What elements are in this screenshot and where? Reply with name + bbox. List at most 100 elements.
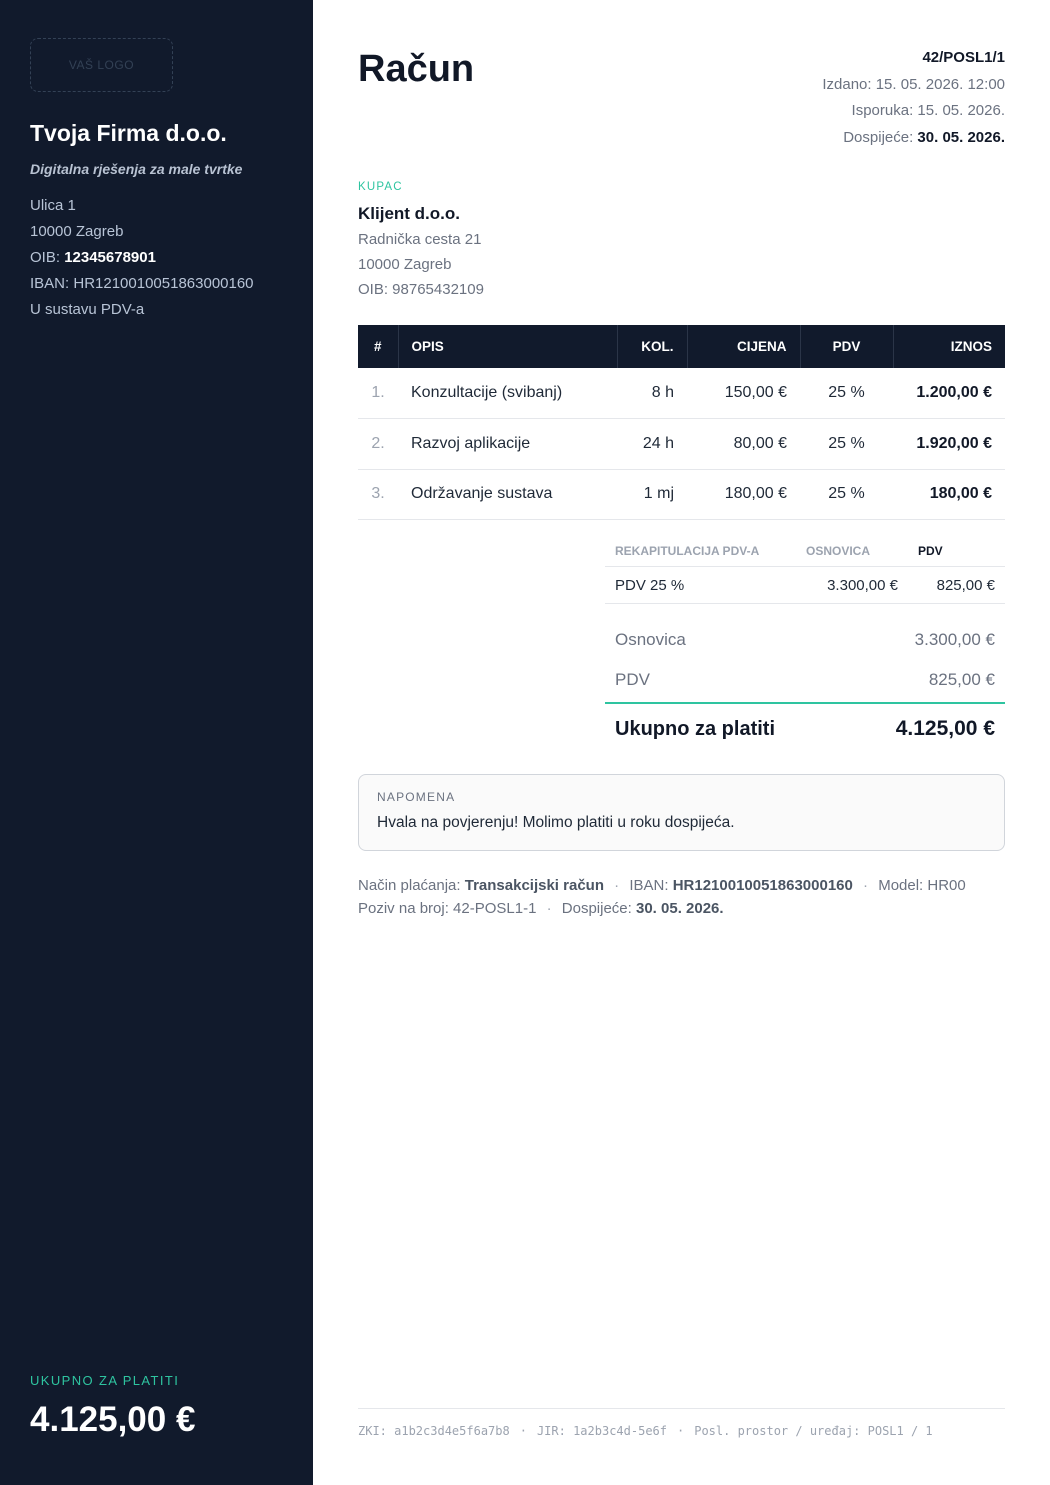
row-description: Razvoj aplikacije xyxy=(398,418,617,470)
row-description: Konzultacije (svibanj) xyxy=(398,368,617,419)
row-amount: 1.200,00 € xyxy=(893,368,1005,419)
separator-dot: · xyxy=(546,900,552,917)
col-header-price: CIJENA xyxy=(687,325,801,368)
row-price: 150,00 € xyxy=(687,368,800,419)
col-header-quantity: KOL. xyxy=(617,325,688,368)
totals-vat-value: 825,00 € xyxy=(928,670,995,689)
sidebar: VAŠ LOGO Tvoja Firma d.o.o. Digitalna rj… xyxy=(0,0,313,1485)
payment-iban-label: IBAN: xyxy=(629,877,673,894)
vat-recap-header: REKAPITULACIJA PDV-A OSNOVICA PDV xyxy=(605,536,1005,567)
seller-oib-value: 12345678901 xyxy=(64,249,156,266)
note-text: Hvala na povjerenju! Molimo platiti u ro… xyxy=(377,814,735,831)
row-quantity: 24 h xyxy=(617,418,687,470)
row-amount: 180,00 € xyxy=(893,469,1005,520)
col-header-index: # xyxy=(358,325,399,368)
delivery-value: 15. 05. 2026. xyxy=(917,102,1005,119)
buyer-details: Radnička cesta 21 10000 Zagreb OIB: 9876… xyxy=(358,227,484,302)
vat-recap-rate: PDV 25 % xyxy=(615,576,685,594)
row-price: 80,00 € xyxy=(687,418,800,470)
seller-iban-label: IBAN: xyxy=(30,275,74,292)
fiscal-jir: JIR: 1a2b3c4d-5e6f xyxy=(536,1424,667,1438)
seller-tagline: Digitalna rješenja za male tvrtke xyxy=(30,161,243,177)
seller-details: Ulica 1 10000 Zagreb OIB: 12345678901 IB… xyxy=(30,193,254,323)
seller-street: Ulica 1 xyxy=(30,197,76,214)
row-quantity: 1 mj xyxy=(617,469,687,520)
delivery-label: Isporuka: xyxy=(851,102,918,119)
seller-name: Tvoja Firma d.o.o. xyxy=(30,120,227,146)
buyer-name: Klijent d.o.o. xyxy=(358,204,460,223)
buyer-oib: OIB: 98765432109 xyxy=(358,281,484,298)
logo-placeholder: VAŠ LOGO xyxy=(30,38,173,92)
separator-dot: · xyxy=(614,877,620,894)
seller-oib: OIB: 12345678901 xyxy=(30,245,254,271)
payment-line-2: Poziv na broj: 42-POSL1-1 · Dospijeće: 3… xyxy=(358,897,1005,920)
row-quantity: 8 h xyxy=(617,368,687,419)
fiscal-info: ZKI: a1b2c3d4e5f6a7b8 · JIR: 1a2b3c4d-5e6f… xyxy=(358,1424,933,1438)
vat-recap-vat: 825,00 € xyxy=(936,576,995,594)
col-header-amount: IZNOS xyxy=(893,325,1005,368)
totals-block: Osnovica 3.300,00 € PDV 825,00 € Ukupno … xyxy=(605,620,1005,754)
due-label: Dospijeće: xyxy=(843,128,918,146)
invoice-delivery: Isporuka: 15. 05. 2026. xyxy=(822,98,1005,125)
invoice-due: Dospijeće: 30. 05. 2026. xyxy=(822,125,1005,152)
vat-recap-base: 3.300,00 € xyxy=(827,576,898,594)
seller-vat-status: U sustavu PDV-a xyxy=(30,301,145,318)
footer-divider xyxy=(358,1408,1005,1409)
payment-reference: Poziv na broj: 42-POSL1-1 xyxy=(358,900,537,917)
issued-value: 15. 05. 2026. 12:00 xyxy=(875,75,1005,93)
buyer-label: KUPAC xyxy=(358,181,403,193)
items-table: # OPIS KOL. CIJENA PDV IZNOS 1. Konzulta… xyxy=(358,325,1005,520)
row-vat: 25 % xyxy=(800,469,893,520)
row-price: 180,00 € xyxy=(687,469,800,520)
invoice-main: Račun 42/POSL1/1 Izdano: 15. 05. 2026. 1… xyxy=(358,0,1005,1485)
separator-dot: · xyxy=(677,1424,685,1438)
seller-iban-value: HR1210010051863000160 xyxy=(73,275,254,292)
note-label: NAPOMENA xyxy=(377,790,456,804)
row-index: 2. xyxy=(358,418,398,470)
totals-base-value: 3.300,00 € xyxy=(914,630,995,649)
invoice-issued: Izdano: 15. 05. 2026. 12:00 xyxy=(822,72,1005,99)
table-row: 3. Održavanje sustava 1 mj 180,00 € 25 %… xyxy=(358,469,1005,520)
buyer-city: 10000 Zagreb xyxy=(358,256,452,273)
row-description: Održavanje sustava xyxy=(398,469,617,520)
sidebar-total-label: UKUPNO ZA PLATITI xyxy=(30,1373,180,1388)
vat-recap-header-vat: PDV xyxy=(918,544,943,558)
totals-base-row: Osnovica 3.300,00 € xyxy=(605,620,1005,660)
issued-label: Izdano: xyxy=(822,75,876,93)
vat-recap-table: REKAPITULACIJA PDV-A OSNOVICA PDV PDV 25… xyxy=(605,536,1005,604)
vat-recap-row: PDV 25 % 3.300,00 € 825,00 € xyxy=(605,567,1005,604)
invoice-title: Račun xyxy=(358,48,475,90)
row-vat: 25 % xyxy=(800,368,893,419)
fiscal-premises: Posl. prostor / uređaj: POSL1 / 1 xyxy=(694,1424,933,1438)
separator-dot: · xyxy=(863,877,869,894)
grand-total-value: 4.125,00 € xyxy=(895,717,995,740)
items-header-row: # OPIS KOL. CIJENA PDV IZNOS xyxy=(358,325,1005,368)
payment-method-label: Način plaćanja: xyxy=(358,877,465,894)
table-row: 1. Konzultacije (svibanj) 8 h 150,00 € 2… xyxy=(358,368,1005,419)
invoice-meta: 42/POSL1/1 Izdano: 15. 05. 2026. 12:00 I… xyxy=(822,45,1005,151)
col-header-description: OPIS xyxy=(398,325,618,368)
payment-model: Model: HR00 xyxy=(878,877,966,894)
payment-iban: HR1210010051863000160 xyxy=(672,877,853,894)
seller-city: 10000 Zagreb xyxy=(30,223,124,240)
totals-vat-row: PDV 825,00 € xyxy=(605,660,1005,700)
row-index: 1. xyxy=(358,368,398,419)
buyer-street: Radnička cesta 21 xyxy=(358,231,482,248)
payment-due-label: Dospijeće: xyxy=(561,900,636,917)
row-index: 3. xyxy=(358,469,398,520)
payment-line-1: Način plaćanja: Transakcijski račun · IB… xyxy=(358,874,1005,897)
col-header-vat: PDV xyxy=(800,325,894,368)
totals-base-label: Osnovica xyxy=(615,630,686,649)
payment-due: 30. 05. 2026. xyxy=(635,900,724,917)
fiscal-zki: ZKI: a1b2c3d4e5f6a7b8 xyxy=(358,1424,510,1438)
due-value: 30. 05. 2026. xyxy=(917,128,1005,146)
vat-recap-header-base: OSNOVICA xyxy=(806,544,871,558)
row-amount: 1.920,00 € xyxy=(893,418,1005,470)
table-row: 2. Razvoj aplikacije 24 h 80,00 € 25 % 1… xyxy=(358,418,1005,470)
separator-dot: · xyxy=(519,1424,527,1438)
totals-vat-label: PDV xyxy=(615,670,650,689)
grand-total-label: Ukupno za platiti xyxy=(615,717,775,740)
row-vat: 25 % xyxy=(800,418,893,470)
invoice-number: 42/POSL1/1 xyxy=(922,49,1005,66)
payment-info: Način plaćanja: Transakcijski račun · IB… xyxy=(358,874,1005,920)
